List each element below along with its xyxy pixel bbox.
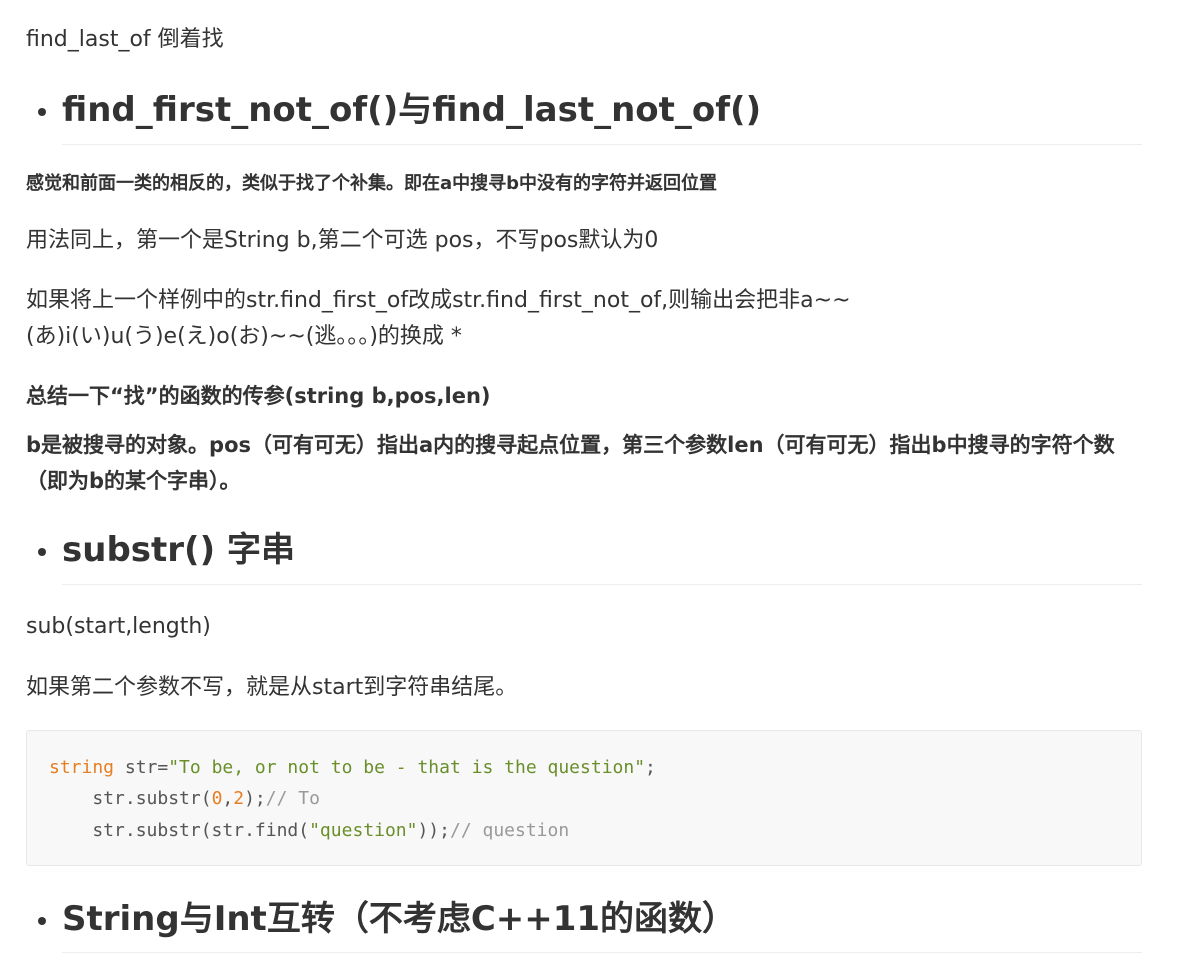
complement-note: 感觉和前面一类的相反的，类似于找了个补集。即在a中搜寻b中没有的字符并返回位置: [26, 173, 718, 194]
heading-divider: [62, 144, 1142, 145]
substr-signature: sub(start,length): [26, 614, 211, 639]
heading-text: find_first_not_of()与find_last_not_of(): [62, 90, 762, 130]
code-punct: );: [244, 788, 266, 809]
code-number: 2: [233, 788, 245, 809]
code-block[interactable]: string str="To be, or not to be - that i…: [26, 730, 1142, 866]
code-line-3: str.substr(str.find("question"));// ques…: [49, 819, 569, 843]
code-punct: ;: [645, 757, 656, 778]
heading-divider: [62, 584, 1142, 585]
code-comment: // question: [449, 820, 570, 841]
section-heading-string-int: String与Int互转（不考虑C++11的函数）: [26, 893, 1142, 955]
code-number: 0: [211, 788, 223, 809]
example-text-line2: (あ)i(い)u(う)e(え)o(お)~~(逃。。。)的换成 *: [26, 324, 462, 349]
code-keyword: string: [49, 757, 115, 778]
code-ident: str=: [114, 757, 169, 778]
code-string: "question": [309, 820, 418, 841]
code-punct: ));: [417, 820, 450, 841]
code-string: "To be, or not to be - that is the quest…: [168, 757, 646, 778]
summary-body: b是被搜寻的对象。pos（可有可无）指出a内的搜寻起点位置，第三个参数len（可…: [26, 433, 1115, 493]
code-line-2: str.substr(0,2);// To: [49, 787, 320, 811]
bullet-icon: [38, 108, 46, 116]
intro-text: find_last_of 倒着找: [26, 27, 224, 52]
substr-note: 如果第二个参数不写，就是从start到字符串结尾。: [26, 675, 518, 700]
code-line-1: string str="To be, or not to be - that i…: [49, 756, 656, 780]
code-call: str.substr(: [49, 788, 212, 809]
heading-text: String与Int互转（不考虑C++11的函数）: [62, 899, 737, 939]
summary-title: 总结一下“找”的函数的传参(string b,pos,len): [26, 384, 491, 408]
usage-text: 用法同上，第一个是String b,第二个可选 pos，不写pos默认为0: [26, 228, 659, 253]
code-call: str.substr(str.find(: [49, 820, 310, 841]
heading-divider: [62, 952, 1142, 953]
code-comment: // To: [265, 788, 320, 809]
bullet-icon: [38, 917, 46, 925]
section-heading-find-not-of: find_first_not_of()与find_last_not_of(): [26, 84, 1142, 146]
code-punct: ,: [222, 788, 234, 809]
bullet-icon: [38, 548, 46, 556]
example-text-line1: 如果将上一个样例中的str.find_first_of改成str.find_fi…: [26, 288, 851, 313]
section-heading-substr: substr() 字串: [26, 524, 1142, 586]
heading-text: substr() 字串: [62, 530, 295, 570]
